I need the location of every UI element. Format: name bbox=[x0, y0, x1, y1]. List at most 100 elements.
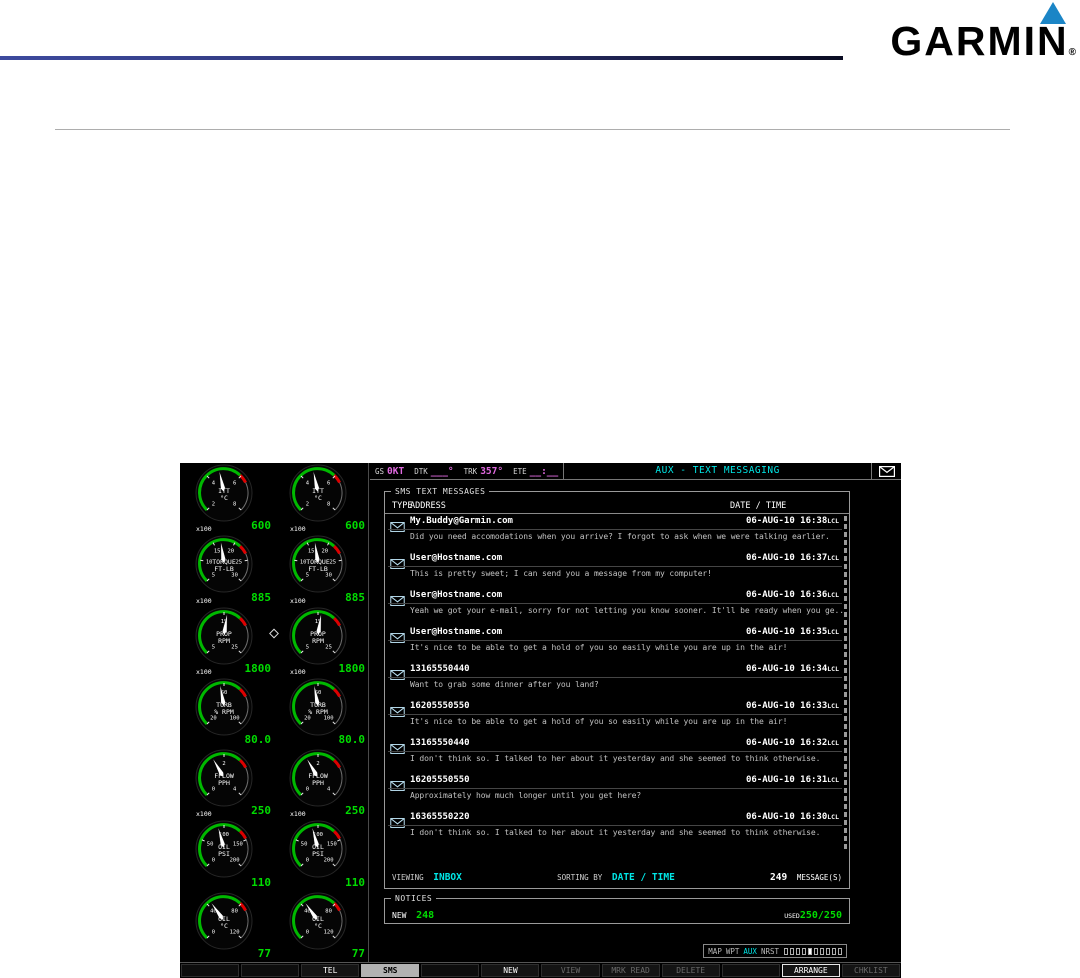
sms-preview: I don't think so. I talked to her about … bbox=[410, 828, 821, 837]
page-box bbox=[784, 947, 788, 955]
header-rule bbox=[0, 56, 843, 60]
sms-preview: Did you need accomodations when you arri… bbox=[410, 532, 830, 541]
sms-box-title: SMS TEXT MESSAGES bbox=[391, 487, 490, 496]
softkey-sms[interactable]: SMS bbox=[361, 964, 420, 977]
softkey-chklist[interactable]: CHKLIST bbox=[841, 964, 900, 977]
page-group-indicator: MAP WPT AUX NRST bbox=[703, 944, 847, 958]
sms-message-row[interactable]: 16205550550 06-AUG-10 16:33LCL It's nice… bbox=[385, 701, 849, 738]
sms-message-row[interactable]: User@Hostname.com 06-AUG-10 16:35LCL It'… bbox=[385, 627, 849, 664]
gauge-label: TORQUE FT-LB bbox=[306, 558, 330, 574]
sms-datetime: 06-AUG-10 16:33LCL bbox=[745, 701, 839, 711]
nav-status-fields: GS 0KT DTK ___° TRK 357° ETE __:__ bbox=[370, 466, 563, 477]
softkey-new[interactable]: NEW bbox=[481, 964, 540, 977]
gauge-value: 1800 bbox=[338, 661, 366, 675]
sms-preview: Want to grab some dinner after you land? bbox=[410, 680, 599, 689]
envelope-icon bbox=[390, 776, 405, 795]
gauge-multiplier: x100 bbox=[290, 810, 306, 819]
sms-preview: It's nice to be able to get a hold of yo… bbox=[410, 717, 788, 726]
svg-text:5: 5 bbox=[306, 573, 309, 579]
gauge-value: 80.0 bbox=[244, 733, 272, 747]
sms-datetime: 06-AUG-10 16:36LCL bbox=[745, 590, 839, 600]
pagegroup-aux: AUX bbox=[743, 946, 757, 956]
svg-text:15: 15 bbox=[308, 549, 315, 555]
sms-address: 13165550440 bbox=[410, 664, 470, 674]
garmin-logo: GARMIN® bbox=[850, 0, 1080, 64]
page-box bbox=[796, 947, 800, 955]
gauge-right-turb-rpm: 20 60 100 TURB% RPM 80.0 bbox=[274, 677, 368, 748]
softkey-blank bbox=[181, 964, 240, 977]
sms-message-row[interactable]: 13165550440 06-AUG-10 16:34LCL Want to g… bbox=[385, 664, 849, 701]
gauge-value: 110 bbox=[251, 875, 271, 889]
page-box bbox=[790, 947, 794, 955]
gauge-multiplier: x100 bbox=[290, 596, 306, 605]
svg-text:0: 0 bbox=[306, 929, 309, 935]
eis-row: 0 2 4 FFLOW PPH x100 250 0 2 4 FFLOW PPH x100 250 bbox=[180, 748, 368, 819]
softkey-tel[interactable]: TEL bbox=[301, 964, 360, 977]
gauge-left-fflow-pph: 0 2 4 FFLOW PPH x100 250 bbox=[180, 748, 274, 819]
eis-row: 0 40 80 120 OIL °C 77 0 40 80 120 OIL °C 77 bbox=[180, 891, 368, 962]
scrollbar[interactable] bbox=[844, 516, 847, 849]
gauge-label: PROP RPM bbox=[310, 629, 326, 645]
sms-message-row[interactable]: My.Buddy@Garmin.com 06-AUG-10 16:38LCL D… bbox=[385, 516, 849, 553]
sms-message-row[interactable]: User@Hostname.com 06-AUG-10 16:37LCL Thi… bbox=[385, 553, 849, 590]
nav-status-bar: GS 0KT DTK ___° TRK 357° ETE __:__ AUX - TEXT M… bbox=[370, 463, 901, 480]
sms-message-row[interactable]: User@Hostname.com 06-AUG-10 16:36LCL Yea… bbox=[385, 590, 849, 627]
pagegroup-nrst: NRST bbox=[760, 946, 779, 956]
sms-address: 13165550440 bbox=[410, 738, 470, 748]
manual-page: GARMIN® 2 4 6 8 ITT °C x100 600 2 4 6 8 ITT °C x100 600… bbox=[0, 0, 1080, 978]
svg-text:200: 200 bbox=[230, 858, 240, 864]
viewing-field[interactable]: VIEWING INBOX bbox=[392, 865, 462, 884]
gauge-label: FFLOW PPH bbox=[214, 772, 234, 788]
svg-text:0: 0 bbox=[306, 787, 309, 793]
svg-text:100: 100 bbox=[230, 715, 240, 721]
gauge-label: OIL °C bbox=[218, 914, 230, 930]
softkey-blank bbox=[721, 964, 780, 977]
svg-text:200: 200 bbox=[324, 858, 334, 864]
envelope-icon bbox=[390, 702, 405, 721]
gauge-multiplier: x100 bbox=[290, 667, 306, 676]
mfd-screenshot: 2 4 6 8 ITT °C x100 600 2 4 6 8 ITT °C x100 600 5 10 15 20 2… bbox=[180, 463, 901, 978]
pagegroup-boxes bbox=[784, 947, 842, 955]
page-box bbox=[808, 947, 812, 955]
gauge-multiplier: x100 bbox=[196, 810, 212, 819]
sms-datetime: 06-AUG-10 16:32LCL bbox=[745, 738, 839, 748]
new-message-envelope-icon bbox=[871, 463, 901, 479]
envelope-icon bbox=[390, 628, 405, 647]
sms-message-row[interactable]: 13165550440 06-AUG-10 16:32LCL I don't t… bbox=[385, 738, 849, 775]
gauge-value: 1800 bbox=[244, 661, 272, 675]
sms-preview: I don't think so. I talked to her about … bbox=[410, 754, 821, 763]
sms-address: 16205550550 bbox=[410, 701, 470, 711]
gauge-left-oil-c: 0 40 80 120 OIL °C 77 bbox=[180, 891, 274, 962]
svg-text:25: 25 bbox=[325, 644, 332, 650]
sorting-field[interactable]: SORTING BY DATE / TIME bbox=[557, 865, 675, 884]
mfd-main-area: GS 0KT DTK ___° TRK 357° ETE __:__ AUX - TEXT M… bbox=[370, 463, 901, 962]
row-divider bbox=[388, 788, 842, 789]
softkey-view[interactable]: VIEW bbox=[541, 964, 600, 977]
gauge-multiplier: x100 bbox=[196, 667, 212, 676]
sms-message-list: My.Buddy@Garmin.com 06-AUG-10 16:38LCL D… bbox=[385, 516, 849, 849]
softkey-arrange[interactable]: ARRANGE bbox=[781, 964, 840, 977]
svg-text:20: 20 bbox=[321, 549, 328, 555]
row-divider bbox=[388, 825, 842, 826]
svg-text:0: 0 bbox=[306, 858, 309, 864]
svg-text:5: 5 bbox=[212, 644, 215, 650]
sms-message-row[interactable]: 16205550550 06-AUG-10 16:31LCL Approxima… bbox=[385, 775, 849, 812]
softkey-bar: TEL SMS NEW VIEW MRK READ DELETE ARRANGE CHKLIS… bbox=[180, 962, 901, 978]
row-divider bbox=[388, 529, 842, 530]
gauge-value: 250 bbox=[345, 804, 365, 818]
sms-address: 16205550550 bbox=[410, 775, 470, 785]
softkey-blank bbox=[241, 964, 300, 977]
softkey-mrk-read[interactable]: MRK READ bbox=[601, 964, 660, 977]
sms-preview: Yeah we got your e-mail, sorry for not l… bbox=[410, 606, 844, 615]
svg-text:15: 15 bbox=[214, 549, 221, 555]
nav-field-ete: ETE __:__ bbox=[513, 465, 559, 477]
sms-message-row[interactable]: 16365550220 06-AUG-10 16:30LCL I don't t… bbox=[385, 812, 849, 849]
softkey-delete[interactable]: DELETE bbox=[661, 964, 720, 977]
eis-row: 5 15 25 PROP RPM x100 1800 5 15 25 PROP RPM x100 1800 bbox=[180, 606, 368, 677]
sms-address: User@Hostname.com bbox=[410, 627, 503, 637]
sms-messages-window: SMS TEXT MESSAGES TYPE ADDRESS DATE / TI… bbox=[384, 487, 850, 889]
row-divider bbox=[388, 603, 842, 604]
eis-panel: 2 4 6 8 ITT °C x100 600 2 4 6 8 ITT °C x100 600 5 10 15 20 2… bbox=[180, 463, 369, 962]
sms-datetime: 06-AUG-10 16:30LCL bbox=[745, 812, 839, 822]
nav-field-dtk: DTK ___° bbox=[414, 465, 454, 477]
